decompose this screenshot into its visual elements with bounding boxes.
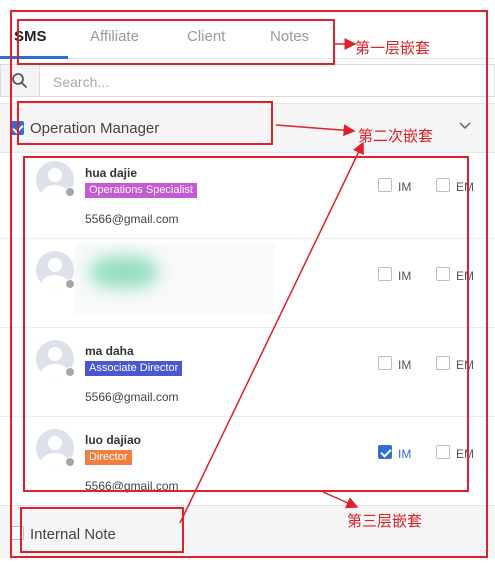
layer3-annotation-box <box>23 156 469 492</box>
layer3-annotation-text: 第三层嵌套 <box>347 513 423 530</box>
layer1-annotation-box <box>17 19 335 65</box>
layer2-annotation-text: 第二次嵌套 <box>358 128 434 145</box>
layer2-annotation-box <box>17 101 273 145</box>
layer1-annotation-text: 第一层嵌套 <box>355 40 431 57</box>
footer-annotation-box <box>20 507 184 553</box>
